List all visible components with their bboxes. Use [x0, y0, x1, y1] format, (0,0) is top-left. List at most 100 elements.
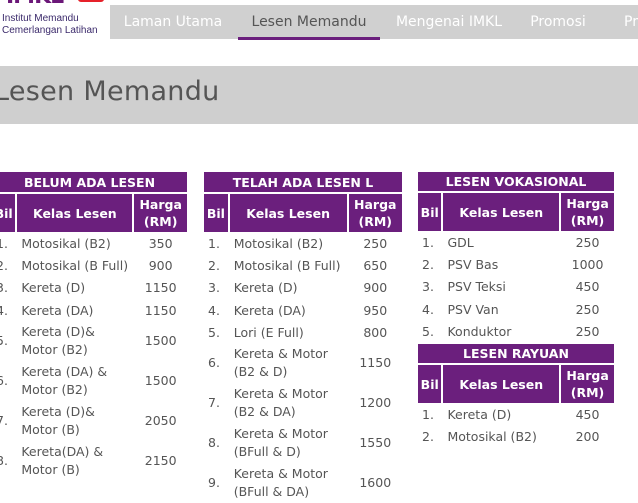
license-class: Kereta & Motor (B2 & DA) — [233, 386, 328, 420]
table-row: 8. Kereta(DA) & Motor (B) 2150 — [0, 441, 187, 481]
row-number: 7. — [208, 395, 220, 411]
logo-red-emblem-icon — [78, 0, 104, 2]
row-number: 8. — [208, 435, 220, 451]
main-nav: Laman Utama Lesen Memandu Mengenai IMKL … — [110, 5, 638, 40]
price-value: 200 — [575, 428, 600, 444]
logo-tagline-2: Cemerlangan Latihan — [2, 25, 98, 36]
row-number: 2. — [422, 428, 434, 444]
table-row: 2. Motosikal (B Full) 900 — [0, 254, 187, 276]
table-row: 9. Kereta & Motor (BFull & DA) 1600 — [204, 463, 402, 503]
license-class: Lori (E Full) — [233, 324, 304, 340]
price-value: 2150 — [144, 453, 177, 469]
price-value: 450 — [575, 406, 600, 422]
column-header: Kelas Lesen — [17, 194, 135, 232]
row-number: 3. — [208, 280, 220, 296]
nav-item-laman-utama[interactable]: Laman Utama — [110, 5, 236, 39]
table-row: 2. Motosikal (B2) 200 — [418, 425, 614, 447]
logo-tagline-1: Institut Memandu — [2, 13, 79, 24]
license-class: Motosikal (B2) — [21, 235, 111, 251]
row-number: 5. — [0, 333, 8, 349]
page-title-band: Lesen Memandu — [0, 66, 638, 124]
license-class: Motosikal (B Full) — [233, 257, 341, 273]
table-row: 6. Kereta (DA) & Motor (B2) 1500 — [0, 361, 187, 401]
price-value: 250 — [363, 235, 388, 251]
logo-text: IMKL — [6, 0, 64, 8]
license-class: PSV Van — [447, 301, 499, 317]
license-class: Kereta(DA) & Motor (B) — [21, 444, 104, 478]
price-value: 1000 — [571, 256, 604, 272]
row-number: 7. — [0, 413, 8, 429]
price-value: 450 — [575, 279, 600, 295]
table-row: 5. Kereta (D)& Motor (B2) 1500 — [0, 321, 187, 361]
table-row: 4. PSV Van 250 — [418, 298, 614, 320]
license-class: PSV Teksi — [447, 279, 506, 295]
price-value: 900 — [363, 280, 388, 296]
row-number: 1. — [422, 406, 434, 422]
row-number: 4. — [0, 302, 8, 318]
price-value: 1500 — [144, 373, 177, 389]
license-class: GDL — [447, 234, 474, 250]
table-row: 2. PSV Bas 1000 — [418, 253, 614, 275]
license-class: Kereta (D) — [233, 280, 298, 296]
price-value: 250 — [575, 234, 600, 250]
license-class: Kereta & Motor (B2 & D) — [233, 346, 328, 380]
row-number: 1. — [208, 235, 220, 251]
license-class: Kereta (D) — [21, 280, 86, 296]
price-value: 1200 — [359, 395, 392, 411]
price-value: 950 — [363, 302, 388, 318]
column-header: Bil — [418, 365, 444, 403]
table-row: 4. Kereta (DA) 950 — [204, 299, 402, 321]
license-class: Motosikal (B Full) — [21, 257, 129, 273]
table-caption: LESEN RAYUAN — [418, 344, 614, 365]
table-row: 8. Kereta & Motor (BFull & D) 1550 — [204, 423, 402, 463]
site-logo[interactable]: IMKL Institut Memandu Cemerlangan Latiha… — [0, 0, 110, 48]
nav-item-lesen-memandu[interactable]: Lesen Memandu — [238, 5, 380, 40]
license-class: Kereta (DA) — [21, 302, 94, 318]
row-number: 8. — [0, 453, 8, 469]
row-number: 3. — [422, 279, 434, 295]
license-class: Kereta (DA) & Motor (B2) — [21, 364, 108, 398]
row-number: 6. — [208, 355, 220, 371]
table-row: 4. Kereta (DA) 1150 — [0, 299, 187, 321]
nav-item-mengenai-imkl[interactable]: Mengenai IMKL — [386, 5, 512, 39]
price-value: 900 — [148, 257, 173, 273]
table-row: 1. Kereta (D) 450 — [418, 403, 614, 425]
row-number: 4. — [422, 301, 434, 317]
table-row: 2. Motosikal (B Full) 650 — [204, 254, 402, 276]
column-header: Harga (RM) — [561, 193, 614, 231]
table-caption: BELUM ADA LESEN — [0, 172, 187, 194]
price-table-lesen-vokasional: LESEN VOKASIONAL Bil Kelas Lesen Harga (RM)… — [418, 172, 614, 342]
table-row: 1. Motosikal (B2) 250 — [204, 232, 402, 254]
license-class: Kereta & Motor (BFull & DA) — [233, 466, 328, 500]
table-row: 6. Kereta & Motor (B2 & D) 1150 — [204, 343, 402, 383]
row-number: 6. — [0, 373, 8, 389]
table-row: 3. Kereta (D) 1150 — [0, 277, 187, 299]
nav-item-truncated[interactable]: Pr — [606, 5, 638, 39]
column-header: Kelas Lesen — [443, 365, 562, 403]
license-class: Konduktor — [447, 323, 512, 339]
license-class: Motosikal (B2) — [447, 428, 537, 444]
column-header: Bil — [0, 194, 18, 232]
page-title: Lesen Memandu — [0, 76, 220, 107]
table-caption: LESEN VOKASIONAL — [418, 172, 614, 193]
row-number: 3. — [0, 280, 8, 296]
price-table-telah-ada-lesen-l: TELAH ADA LESEN L Bil Kelas Lesen Harga (RM… — [204, 172, 402, 503]
table-row: 7. Kereta & Motor (B2 & DA) 1200 — [204, 383, 402, 423]
price-table-lesen-rayuan: LESEN RAYUAN Bil Kelas Lesen Harga (RM) 1. Ke… — [418, 344, 614, 448]
table-row: 1. Motosikal (B2) 350 — [0, 232, 187, 254]
license-class: Motosikal (B2) — [233, 235, 324, 251]
price-value: 650 — [363, 257, 388, 273]
price-value: 1150 — [359, 355, 392, 371]
nav-item-promosi[interactable]: Promosi — [518, 5, 598, 39]
table-caption: TELAH ADA LESEN L — [204, 172, 402, 194]
table-row: 5. Konduktor 250 — [418, 320, 614, 342]
row-number: 2. — [0, 257, 8, 273]
price-value: 1600 — [359, 475, 392, 491]
license-class: Kereta (DA) — [233, 302, 306, 318]
license-class: Kereta (D)& Motor (B2) — [21, 324, 95, 358]
price-value: 250 — [575, 323, 600, 339]
table-row: 1. GDL 250 — [418, 231, 614, 253]
price-value: 250 — [575, 301, 600, 317]
price-value: 1150 — [144, 302, 177, 318]
table-row: 3. PSV Teksi 450 — [418, 276, 614, 298]
